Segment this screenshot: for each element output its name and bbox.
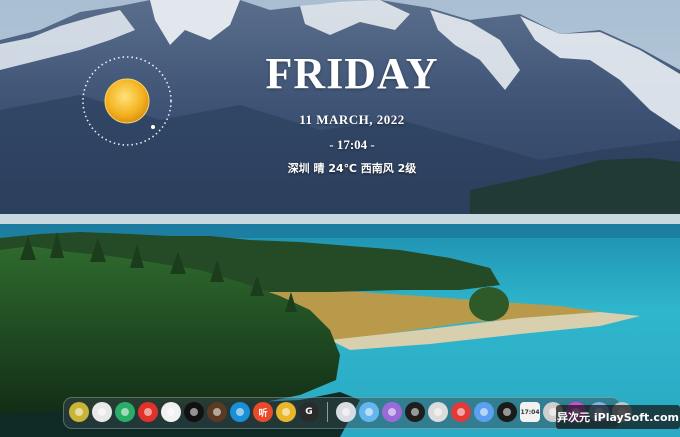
- dock-app-1-leaf-icon[interactable]: [69, 402, 89, 422]
- weather-text: 深圳 晴 24℃ 西南风 2级: [287, 162, 417, 175]
- dock-app-2-qq-penguin-icon[interactable]: [92, 402, 112, 422]
- chrome-icon-mark: [282, 408, 290, 416]
- qq-penguin-icon-mark: [98, 408, 106, 416]
- watermark: 异次元 iPlaySoft.com: [556, 405, 680, 429]
- dock-app-6-capcut-icon[interactable]: [184, 402, 204, 422]
- date-weather-widget: FRIDAY 11 MARCH, 2022 - 17:04 - 深圳 晴 24℃…: [0, 0, 680, 200]
- dock-app-12-rocket-icon[interactable]: [336, 402, 356, 422]
- refresh-icon-mark: [457, 408, 465, 416]
- cloud-drive-icon-mark: [480, 408, 488, 416]
- dock-app-19-screen-time-icon[interactable]: [497, 402, 517, 422]
- aperture-icon-mark: [434, 408, 442, 416]
- edge-icon-mark: [236, 408, 244, 416]
- dock-app-7-coffee-icon[interactable]: [207, 402, 227, 422]
- wechat-icon-mark: [121, 408, 129, 416]
- time-text: - 17:04 -: [329, 137, 375, 152]
- leaf-icon-mark: [75, 408, 83, 416]
- color-ring-icon-mark: [388, 408, 396, 416]
- g-icon-glyph: G: [305, 407, 313, 417]
- screen-time-icon-mark: [503, 408, 511, 416]
- dock-app-14-color-ring-icon[interactable]: [382, 402, 402, 422]
- dock-app-9-ting-icon[interactable]: 听: [253, 402, 273, 422]
- dock-app-20-clock-icon[interactable]: 17:04: [520, 402, 540, 422]
- dock-app-16-aperture-icon[interactable]: [428, 402, 448, 422]
- dock-app-11-g-icon[interactable]: G: [299, 402, 319, 422]
- weather-sun-icon: [79, 53, 175, 149]
- dock-app-17-refresh-icon[interactable]: [451, 402, 471, 422]
- dock-app-5-qq-icon[interactable]: [161, 402, 181, 422]
- dock-app-15-dots-icon[interactable]: [405, 402, 425, 422]
- date-text: 11 MARCH, 2022: [299, 112, 405, 127]
- ting-icon-glyph: 听: [258, 408, 268, 419]
- dock-app-10-chrome-icon[interactable]: [276, 402, 296, 422]
- capcut-icon-mark: [190, 408, 198, 416]
- rocket-icon-mark: [342, 408, 350, 416]
- netease-music-icon-mark: [144, 408, 152, 416]
- dock-separator: [327, 402, 328, 422]
- dock-app-4-netease-music-icon[interactable]: [138, 402, 158, 422]
- qq-icon-mark: [167, 408, 175, 416]
- cloud-icon-mark: [365, 408, 373, 416]
- dock-app-18-cloud-drive-icon[interactable]: [474, 402, 494, 422]
- dock-app-8-edge-icon[interactable]: [230, 402, 250, 422]
- dock-app-3-wechat-icon[interactable]: [115, 402, 135, 422]
- dock-app-13-cloud-icon[interactable]: [359, 402, 379, 422]
- coffee-icon-mark: [213, 408, 221, 416]
- day-of-week: FRIDAY: [265, 49, 439, 98]
- dock-clock-label: 17:04: [520, 408, 540, 416]
- dots-icon-mark: [411, 408, 419, 416]
